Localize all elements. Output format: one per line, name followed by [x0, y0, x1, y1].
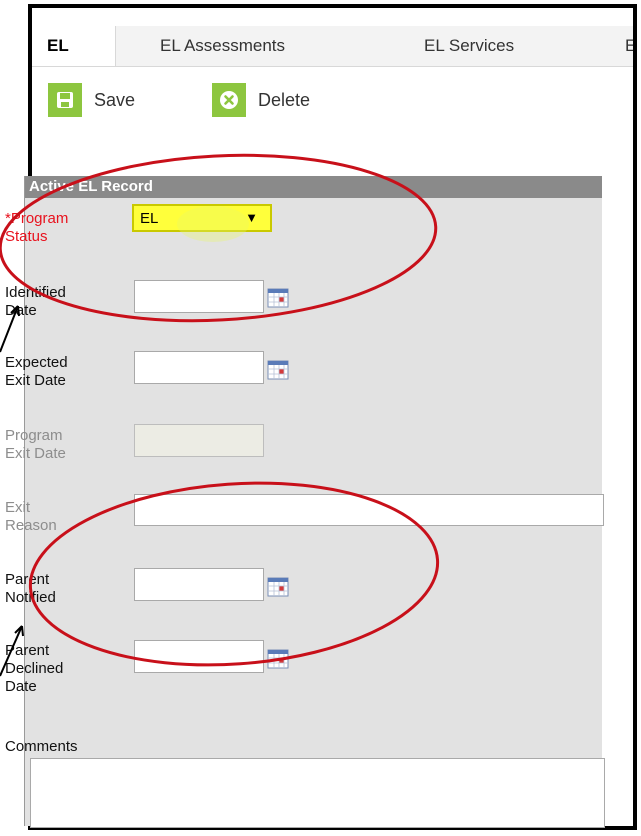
expected-exit-date-label: Expected Exit Date: [5, 354, 68, 389]
tab-el-services[interactable]: EL Services: [424, 26, 514, 66]
comments-label: Comments: [5, 738, 78, 755]
tab-bar: EL EL Assessments EL Services E: [32, 26, 633, 67]
delete-label: Delete: [258, 89, 311, 110]
exit-reason-label: Exit Reason: [5, 499, 57, 534]
program-status-select[interactable]: EL ▼: [132, 204, 272, 232]
exit-reason-field[interactable]: [134, 494, 604, 526]
parent-declined-date-field[interactable]: [134, 640, 264, 673]
expected-exit-date-field[interactable]: [134, 351, 264, 384]
program-exit-date-label: Program Exit Date: [5, 427, 66, 462]
save-label: Save: [94, 89, 136, 110]
tab-el[interactable]: EL: [32, 26, 116, 66]
calendar-icon[interactable]: [267, 649, 289, 669]
parent-notified-label: Parent Notified: [5, 571, 56, 606]
panel-title: Active EL Record: [25, 176, 602, 198]
save-button[interactable]: Save: [48, 78, 135, 122]
calendar-icon[interactable]: [267, 360, 289, 380]
comments-textarea[interactable]: [30, 758, 605, 828]
program-status-value: EL: [140, 210, 159, 227]
tab-truncated[interactable]: E: [625, 26, 633, 66]
program-exit-date-field: [134, 424, 264, 457]
parent-notified-field[interactable]: [134, 568, 264, 601]
calendar-icon[interactable]: [267, 288, 289, 308]
calendar-icon[interactable]: [267, 577, 289, 597]
delete-button[interactable]: Delete: [212, 78, 310, 122]
dropdown-arrow-icon: ▼: [245, 210, 258, 225]
delete-icon: [212, 83, 246, 117]
parent-declined-date-label: Parent Declined Date: [5, 642, 64, 695]
save-icon: [48, 83, 82, 117]
toolbar: Save Delete: [32, 78, 633, 122]
tab-el-assessments[interactable]: EL Assessments: [160, 26, 285, 66]
identified-date-field[interactable]: [134, 280, 264, 313]
identified-date-label: Identified Date: [5, 284, 66, 319]
program-status-label: *Program Status: [5, 210, 69, 245]
